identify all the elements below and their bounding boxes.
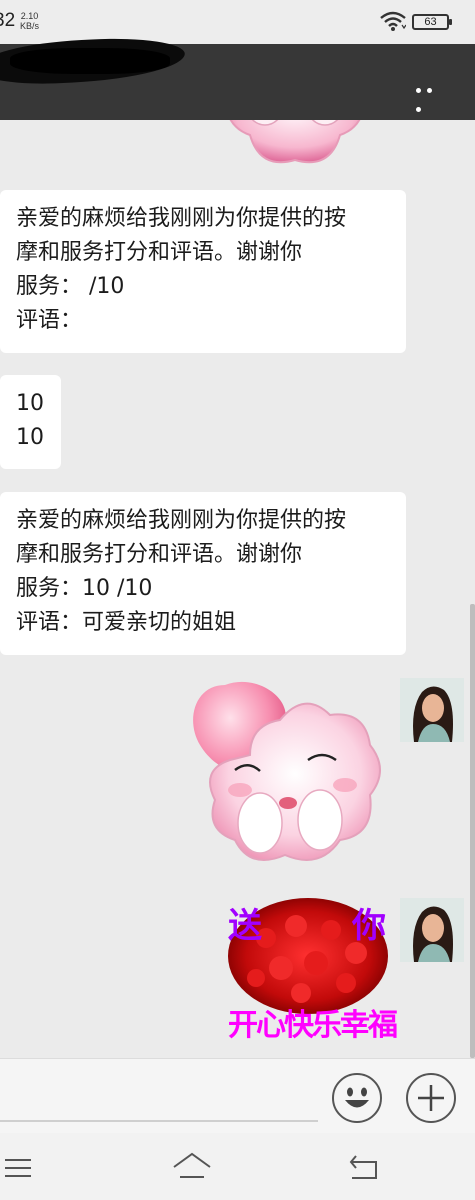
- roses-sticker[interactable]: 送 你 开心快乐幸福: [226, 898, 398, 1043]
- message-line: 评语：: [16, 308, 83, 333]
- pink-flower-sticker-partial[interactable]: [220, 120, 370, 170]
- sticker-text-right: 你: [352, 906, 386, 946]
- add-attachment-button[interactable]: [406, 1073, 456, 1123]
- avatar-photo: [400, 898, 464, 962]
- message-line: 服务：10 /10: [16, 576, 153, 601]
- more-dots-icon[interactable]: [416, 78, 446, 112]
- chat-bubble-scores[interactable]: 10 10: [0, 375, 61, 469]
- message-line: 亲爱的麻烦给我刚刚为你提供的按: [16, 206, 347, 231]
- message-line: 亲爱的麻烦给我刚刚为你提供的按: [16, 508, 347, 533]
- network-speed-unit: KB/s: [20, 21, 40, 31]
- emoji-icon: [345, 1087, 369, 1108]
- scrollbar[interactable]: [470, 604, 475, 1058]
- avatar[interactable]: [400, 898, 464, 962]
- network-speed-value: 2.10: [20, 11, 39, 21]
- wifi-icon: [380, 11, 406, 31]
- heart-flower-sticker[interactable]: [180, 675, 390, 875]
- home-icon[interactable]: [172, 1151, 212, 1183]
- message-line: 摩和服务打分和评语。谢谢你: [16, 542, 303, 567]
- back-icon[interactable]: [348, 1153, 380, 1181]
- message-line: 10: [16, 391, 44, 416]
- chat-bubble-rating-request[interactable]: 亲爱的麻烦给我刚刚为你提供的按 摩和服务打分和评语。谢谢你 服务： /10 评语…: [0, 190, 406, 353]
- status-time: 32: [0, 10, 16, 31]
- network-speed: 2.10 KB/s: [20, 11, 39, 31]
- message-input[interactable]: [0, 1120, 318, 1122]
- chat-message-list[interactable]: 亲爱的麻烦给我刚刚为你提供的按 摩和服务打分和评语。谢谢你 服务： /10 评语…: [0, 120, 475, 1058]
- message-line: 摩和服务打分和评语。谢谢你: [16, 240, 303, 265]
- chat-input-bar: [0, 1058, 475, 1133]
- plus-icon: [418, 1085, 444, 1111]
- message-line: 评语：可爱亲切的姐姐: [16, 610, 237, 635]
- avatar[interactable]: [400, 678, 464, 742]
- avatar-photo: [400, 678, 464, 742]
- chat-bubble-rating-filled[interactable]: 亲爱的麻烦给我刚刚为你提供的按 摩和服务打分和评语。谢谢你 服务：10 /10 …: [0, 492, 406, 655]
- message-line: 服务： /10: [16, 274, 125, 299]
- redacted-chat-title-overlay: [10, 48, 170, 74]
- system-nav-bar: [0, 1133, 475, 1200]
- menu-icon[interactable]: [4, 1157, 32, 1179]
- battery-indicator: 63: [412, 14, 452, 30]
- status-bar: 32 2.10 KB/s 63: [0, 0, 475, 44]
- message-line: 10: [16, 425, 44, 450]
- emoji-button[interactable]: [332, 1073, 382, 1123]
- sticker-text-left: 送: [228, 906, 262, 946]
- sticker-text-bottom: 开心快乐幸福: [228, 1008, 398, 1043]
